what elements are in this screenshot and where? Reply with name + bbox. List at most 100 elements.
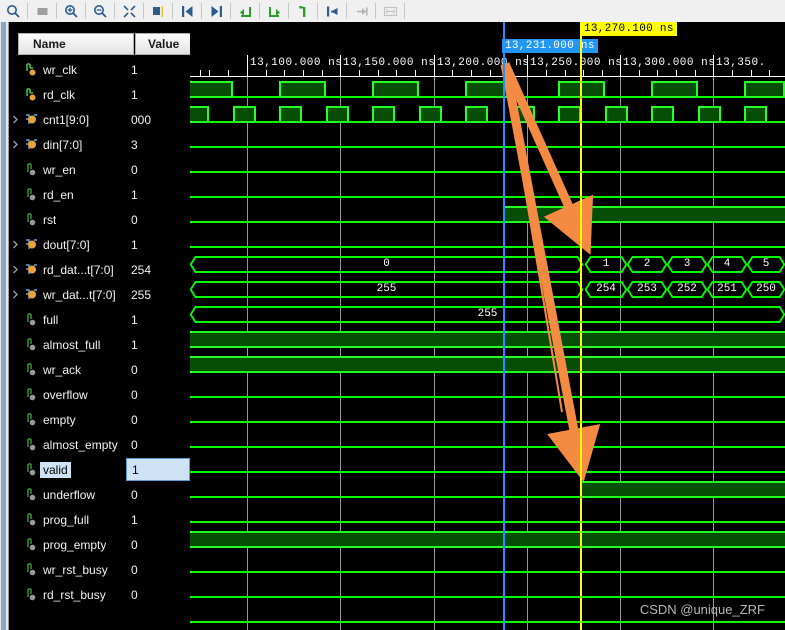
signal-row-cnt190[interactable]: cnt1[9:0] 000: [9, 107, 190, 132]
signal-value-cell[interactable]: 1: [126, 458, 190, 481]
signal-value-cell[interactable]: 0: [126, 357, 190, 382]
previous-marker-icon[interactable]: [174, 1, 200, 21]
signal-row-full[interactable]: full 1: [9, 307, 190, 332]
signal-row-wr-rst-busy[interactable]: wr_rst_busy 0: [9, 557, 190, 582]
signal-value-cell[interactable]: 1: [126, 307, 190, 332]
go-to-end-icon[interactable]: [348, 1, 374, 21]
signal-name-cell[interactable]: wr_rst_busy: [9, 557, 126, 582]
signal-row-empty[interactable]: empty 0: [9, 407, 190, 432]
signal-name-cell[interactable]: rd_clk: [9, 82, 126, 107]
signal-value-cell[interactable]: 0: [126, 532, 190, 557]
column-header-name[interactable]: Name: [18, 33, 134, 55]
signal-name-cell[interactable]: prog_full: [9, 507, 126, 532]
signal-name-cell[interactable]: wr_clk: [9, 57, 126, 82]
blue-marker[interactable]: [503, 22, 505, 630]
column-header-value[interactable]: Value: [135, 33, 198, 55]
signal-row-dout70[interactable]: dout[7:0] 1: [9, 232, 190, 257]
signal-value-cell[interactable]: 1: [126, 57, 190, 82]
previous-transition-icon[interactable]: [232, 1, 258, 21]
signal-row-rst[interactable]: rst 0: [9, 207, 190, 232]
scrollbar-thumb[interactable]: [1, 22, 6, 630]
waveform-underflow: [190, 502, 785, 527]
signal-row-underflow[interactable]: underflow 0: [9, 482, 190, 507]
signal-name-cell[interactable]: almost_full: [9, 332, 126, 357]
chevron-right-icon[interactable]: [9, 107, 22, 132]
stop-icon[interactable]: [29, 1, 55, 21]
signal-row-wr-ack[interactable]: wr_ack 0: [9, 357, 190, 382]
signal-value-cell[interactable]: 1: [126, 507, 190, 532]
signal-name-cell[interactable]: underflow: [9, 482, 126, 507]
bus-segment: 252: [667, 281, 707, 298]
zoom-out-icon[interactable]: [87, 1, 113, 21]
signal-name-cell[interactable]: wr_ack: [9, 357, 126, 382]
add-marker-icon[interactable]: [145, 1, 171, 21]
signal-value-cell[interactable]: 1: [126, 82, 190, 107]
bus-segment: 250: [747, 281, 785, 298]
signal-row-prog-full[interactable]: prog_full 1: [9, 507, 190, 532]
waveform-almost-full: [190, 352, 785, 377]
zoom-fit-icon[interactable]: [116, 1, 142, 21]
signal-value-cell[interactable]: 0: [126, 482, 190, 507]
signal-value-cell[interactable]: 0: [126, 582, 190, 607]
chevron-right-icon[interactable]: [9, 282, 22, 307]
go-to-start-icon[interactable]: [319, 1, 345, 21]
chevron-right-icon[interactable]: [9, 232, 22, 257]
signal-name-cell[interactable]: wr_en: [9, 157, 126, 182]
signal-row-prog-empty[interactable]: prog_empty 0: [9, 532, 190, 557]
signal-row-wr-clk[interactable]: wr_clk 1: [9, 57, 190, 82]
signal-name-cell[interactable]: rd_dat...t[7:0]: [9, 257, 126, 282]
signal-value-cell[interactable]: 000: [126, 107, 190, 132]
vertical-scrollbar[interactable]: [0, 22, 9, 630]
signal-row-wr-en[interactable]: wr_en 0: [9, 157, 190, 182]
signal-name-cell[interactable]: rd_rst_busy: [9, 582, 126, 607]
chevron-right-icon[interactable]: [9, 257, 22, 282]
signal-row-din70[interactable]: din[7:0] 3: [9, 132, 190, 157]
signal-value-cell[interactable]: 1: [126, 332, 190, 357]
signal-value-cell[interactable]: 0: [126, 207, 190, 232]
signal-name-cell[interactable]: cnt1[9:0]: [9, 107, 126, 132]
signal-value-cell[interactable]: 1: [126, 232, 190, 257]
signal-row-overflow[interactable]: overflow 0: [9, 382, 190, 407]
signal-value-cell[interactable]: 0: [126, 407, 190, 432]
signal-row-valid[interactable]: valid 1: [9, 457, 190, 482]
signal-name-cell[interactable]: din[7:0]: [9, 132, 126, 157]
signal-value-cell[interactable]: 0: [126, 382, 190, 407]
bus-value-label: 253: [637, 283, 657, 295]
signal-name-cell[interactable]: prog_empty: [9, 532, 126, 557]
signal-name-cell[interactable]: full: [9, 307, 126, 332]
signal-name-label: wr_clk: [43, 62, 78, 77]
signal-value-cell[interactable]: 3: [126, 132, 190, 157]
signal-name-cell[interactable]: empty: [9, 407, 126, 432]
add-divider-icon[interactable]: [290, 1, 316, 21]
signal-row-almost-full[interactable]: almost_full 1: [9, 332, 190, 357]
signal-value-cell[interactable]: 0: [126, 157, 190, 182]
signal-name-cell[interactable]: rst: [9, 207, 126, 232]
signal-name-cell[interactable]: wr_dat...t[7:0]: [9, 282, 126, 307]
signal-value-cell[interactable]: 0: [126, 432, 190, 457]
signal-row-wr-datt70[interactable]: wr_dat...t[7:0] 255: [9, 282, 190, 307]
signal-value-cell[interactable]: 254: [126, 257, 190, 282]
chevron-right-icon[interactable]: [9, 132, 22, 157]
signal-value-cell[interactable]: 1: [126, 182, 190, 207]
yellow-marker[interactable]: [580, 22, 582, 630]
signal-row-almost-empty[interactable]: almost_empty 0: [9, 432, 190, 457]
measure-icon[interactable]: [377, 1, 403, 21]
next-marker-icon[interactable]: [203, 1, 229, 21]
search-icon[interactable]: [0, 1, 26, 21]
signal-value-cell[interactable]: 255: [126, 282, 190, 307]
time-ruler[interactable]: 13,100.000 ns 13,150.000 ns 13,200.000 ns 1…: [190, 22, 785, 77]
signal-name-cell[interactable]: almost_empty: [9, 432, 126, 457]
next-transition-icon[interactable]: [261, 1, 287, 21]
signal-row-rd-en[interactable]: rd_en 1: [9, 182, 190, 207]
waveform-panel[interactable]: 13,100.000 ns 13,150.000 ns 13,200.000 ns 1…: [190, 22, 785, 630]
signal-name-cell[interactable]: dout[7:0]: [9, 232, 126, 257]
signal-value-cell[interactable]: 0: [126, 557, 190, 582]
signal-row-rd-clk[interactable]: rd_clk 1: [9, 82, 190, 107]
signal-row-rd-rst-busy[interactable]: rd_rst_busy 0: [9, 582, 190, 607]
signal-name-cell[interactable]: overflow: [9, 382, 126, 407]
zoom-in-icon[interactable]: [58, 1, 84, 21]
bus-value-label: 255: [376, 283, 397, 295]
signal-row-rd-datt70[interactable]: rd_dat...t[7:0] 254: [9, 257, 190, 282]
signal-name-cell[interactable]: valid: [9, 457, 126, 482]
signal-name-cell[interactable]: rd_en: [9, 182, 126, 207]
